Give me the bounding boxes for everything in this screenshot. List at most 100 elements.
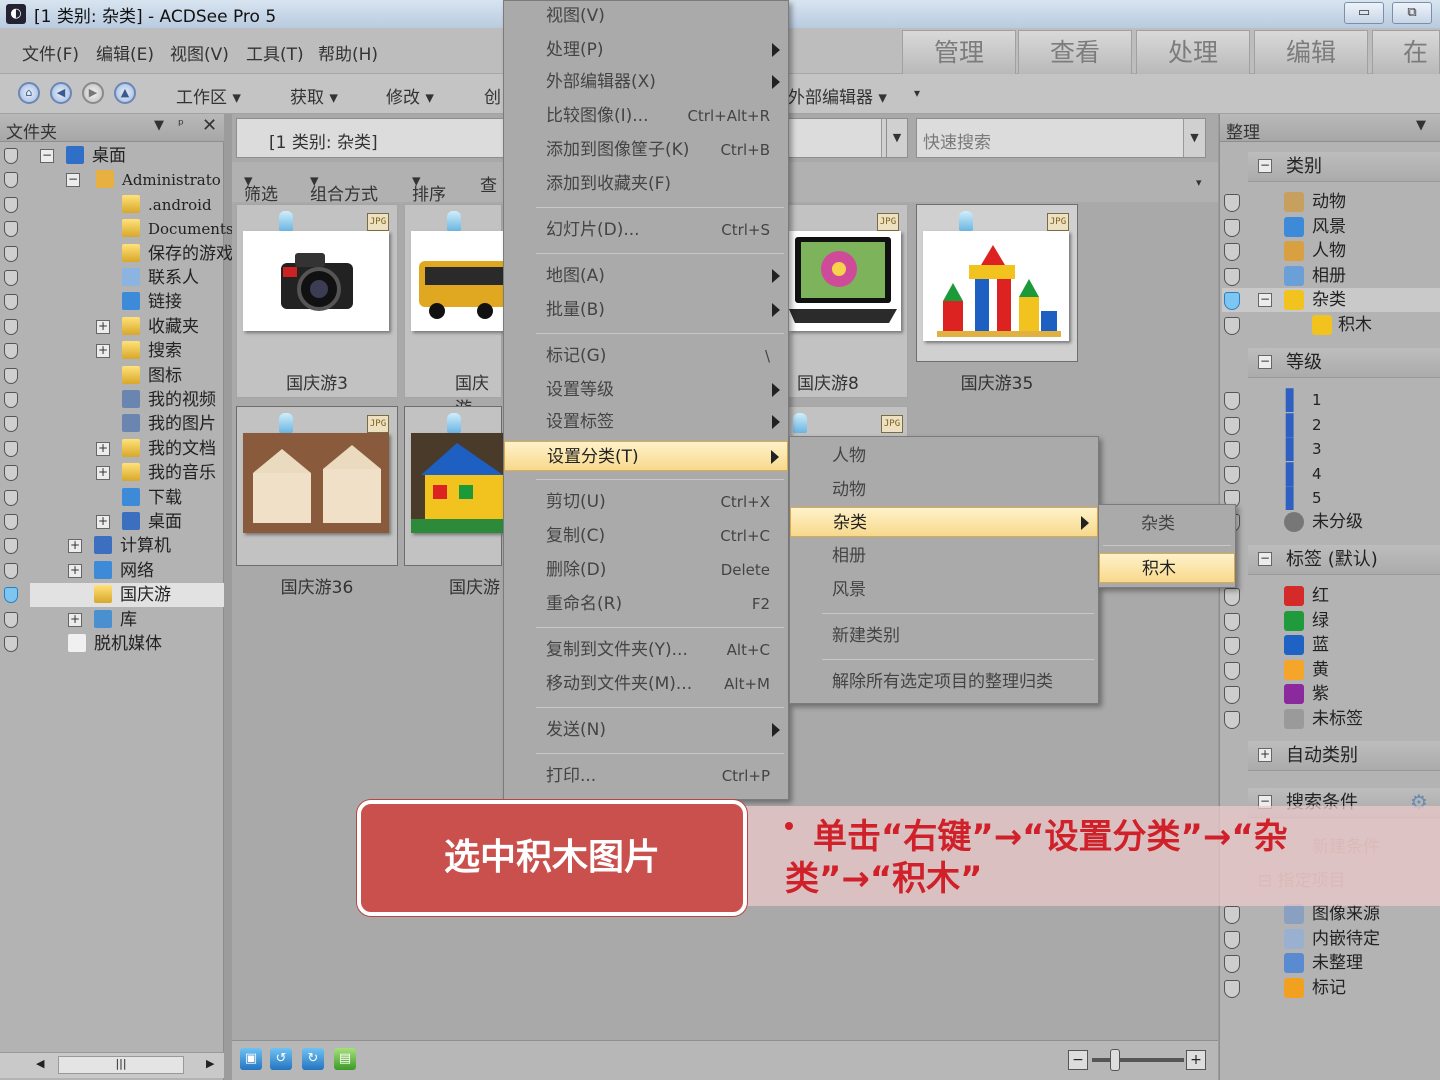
expand-icon[interactable]: +	[96, 319, 110, 334]
expand-icon[interactable]: +	[68, 563, 82, 578]
subcategory-item-misc[interactable]: 杂类	[1099, 509, 1235, 539]
tree-item-contacts[interactable]: 联系人	[4, 266, 224, 290]
category-album[interactable]: 相册	[1222, 264, 1440, 288]
expand-icon[interactable]: +	[96, 344, 110, 359]
pin-icon[interactable]	[4, 514, 18, 530]
expand-icon[interactable]: +	[1258, 748, 1272, 762]
menu-item-map[interactable]: 地图(A)	[504, 261, 788, 291]
mode-edit-tab[interactable]: 编辑	[1254, 30, 1368, 74]
scroll-left-icon[interactable]: ◀	[36, 1057, 44, 1070]
pin-icon[interactable]	[1224, 316, 1240, 335]
view-icon[interactable]: ▤	[334, 1048, 356, 1070]
menu-item-move-to-folder[interactable]: 移动到文件夹(M)... Alt+M	[504, 669, 788, 699]
menu-item-process[interactable]: 处理(P)	[504, 35, 788, 65]
menu-item-send[interactable]: 发送(N)	[504, 715, 788, 745]
thumbnail-partial[interactable]: JPG	[788, 406, 908, 438]
menu-item-delete[interactable]: 删除(D) Delete	[504, 555, 788, 585]
menu-item-rename[interactable]: 重命名(R) F2	[504, 589, 788, 619]
tree-item-guoqingyou[interactable]: 国庆游	[4, 583, 224, 608]
tree-item-administrator[interactable]: − Administrato	[4, 168, 224, 192]
rotate-left-icon[interactable]: ↺	[270, 1048, 292, 1070]
pin-icon[interactable]	[4, 562, 18, 579]
quick-search-input[interactable]: 快速搜索 ▼	[916, 118, 1206, 158]
panel-dropdown-icon[interactable]: ▼	[1416, 118, 1426, 133]
pin-icon[interactable]	[1224, 588, 1240, 606]
expand-icon[interactable]: +	[96, 466, 110, 481]
menu-item-compare-images[interactable]: 比较图像(I)... Ctrl+Alt+R	[504, 101, 788, 131]
pin-icon[interactable]	[1224, 661, 1240, 680]
section-categories[interactable]: − 类别	[1248, 152, 1440, 182]
rating-2[interactable]: ▌ 2	[1222, 413, 1440, 437]
pin-icon[interactable]	[4, 294, 18, 311]
thumbnail-bus[interactable]: 国庆游	[404, 204, 503, 419]
zoom-out-button[interactable]: −	[1068, 1050, 1088, 1070]
expand-icon[interactable]: −	[66, 173, 80, 188]
tree-item-desktop[interactable]: − 桌面	[4, 144, 224, 168]
pin-icon[interactable]	[1224, 465, 1240, 484]
tree-item-my-pictures[interactable]: 我的图片	[4, 412, 224, 436]
tree-item-library[interactable]: + 库	[4, 608, 224, 632]
menu-item-tag[interactable]: 标记(G) \	[504, 341, 788, 371]
menu-tools[interactable]: 工具(T)	[246, 40, 304, 65]
up-icon[interactable]: ▲	[114, 82, 136, 104]
category-item-clear-categories[interactable]: 解除所有选定项目的整理归类	[790, 667, 1098, 697]
pin-icon[interactable]	[4, 440, 18, 457]
expand-icon[interactable]: +	[96, 441, 110, 456]
pin-icon[interactable]	[4, 343, 18, 360]
mode-online-tab[interactable]: 在线	[1372, 30, 1440, 74]
pin-icon[interactable]	[1224, 637, 1240, 655]
menu-item-set-rating[interactable]: 设置等级	[504, 375, 788, 405]
zoom-slider-thumb[interactable]	[1110, 1049, 1120, 1071]
thumbnail-camera[interactable]: JPG 国庆游3	[236, 204, 398, 398]
menu-item-copy[interactable]: 复制(C) Ctrl+C	[504, 521, 788, 551]
tree-item-favorites[interactable]: + 收藏夹	[4, 315, 224, 339]
special-embed-pending[interactable]: 内嵌待定	[1222, 927, 1440, 951]
category-item-scenery[interactable]: 风景	[790, 575, 1098, 605]
expand-icon[interactable]: +	[68, 612, 82, 627]
scroll-right-icon[interactable]: ▶	[206, 1057, 214, 1070]
menu-item-set-label[interactable]: 设置标签	[504, 407, 788, 437]
menu-item-slideshow[interactable]: 幻灯片(D)... Ctrl+S	[504, 215, 788, 245]
pin-icon[interactable]	[4, 489, 18, 506]
menu-item-add-to-basket[interactable]: 添加到图像筐子(K) Ctrl+B	[504, 135, 788, 165]
rating-1[interactable]: ▌ 1	[1222, 388, 1440, 412]
section-auto-categories[interactable]: + 自动类别	[1248, 741, 1440, 771]
category-item-album[interactable]: 相册	[790, 541, 1098, 571]
pin-icon[interactable]	[4, 636, 18, 652]
pin-icon[interactable]	[1224, 416, 1240, 435]
expand-icon[interactable]: −	[1258, 159, 1272, 173]
pin-icon[interactable]	[4, 245, 18, 262]
category-item-misc[interactable]: 杂类	[790, 507, 1098, 537]
tree-item-my-music[interactable]: + 我的音乐	[4, 461, 224, 485]
mode-process-tab[interactable]: 处理	[1136, 30, 1250, 74]
menu-item-copy-to-folder[interactable]: 复制到文件夹(Y)... Alt+C	[504, 635, 788, 665]
expand-icon[interactable]: −	[40, 149, 54, 163]
category-animals[interactable]: 动物	[1222, 190, 1440, 214]
menu-item-batch[interactable]: 批量(B)	[504, 295, 788, 325]
pin-icon[interactable]	[4, 587, 18, 604]
pin-icon[interactable]	[1224, 612, 1240, 631]
pin-icon[interactable]	[4, 538, 18, 555]
pin-icon[interactable]	[1224, 292, 1240, 310]
category-item-people[interactable]: 人物	[790, 441, 1098, 471]
back-icon[interactable]: ◀	[50, 82, 72, 104]
menu-help[interactable]: 帮助(H)	[318, 40, 378, 65]
pin-icon[interactable]	[4, 270, 18, 286]
expand-icon[interactable]: −	[1258, 293, 1272, 307]
category-misc[interactable]: − 杂类	[1222, 288, 1440, 312]
pin-icon[interactable]	[4, 196, 18, 213]
thumbnail-laptop[interactable]: JPG 国庆游8	[788, 204, 908, 398]
tree-item-my-videos[interactable]: 我的视频	[4, 388, 224, 412]
forward-icon[interactable]: ▶	[82, 82, 104, 104]
acquire-dropdown[interactable]: 获取 ▾	[290, 83, 338, 108]
workspace-dropdown[interactable]: 工作区 ▾	[176, 83, 241, 108]
pin-icon[interactable]	[4, 465, 18, 482]
tree-item-searches[interactable]: + 搜索	[4, 339, 224, 363]
tree-item-offline-media[interactable]: 脱机媒体	[4, 632, 224, 656]
pin-panel-icon[interactable]: ᵖ	[178, 117, 184, 133]
pin-icon[interactable]	[1224, 906, 1240, 924]
label-5[interactable]: 未标签	[1222, 707, 1440, 731]
label-2[interactable]: 蓝	[1222, 633, 1440, 657]
expand-icon[interactable]: −	[1258, 355, 1272, 369]
pin-icon[interactable]	[4, 172, 18, 189]
